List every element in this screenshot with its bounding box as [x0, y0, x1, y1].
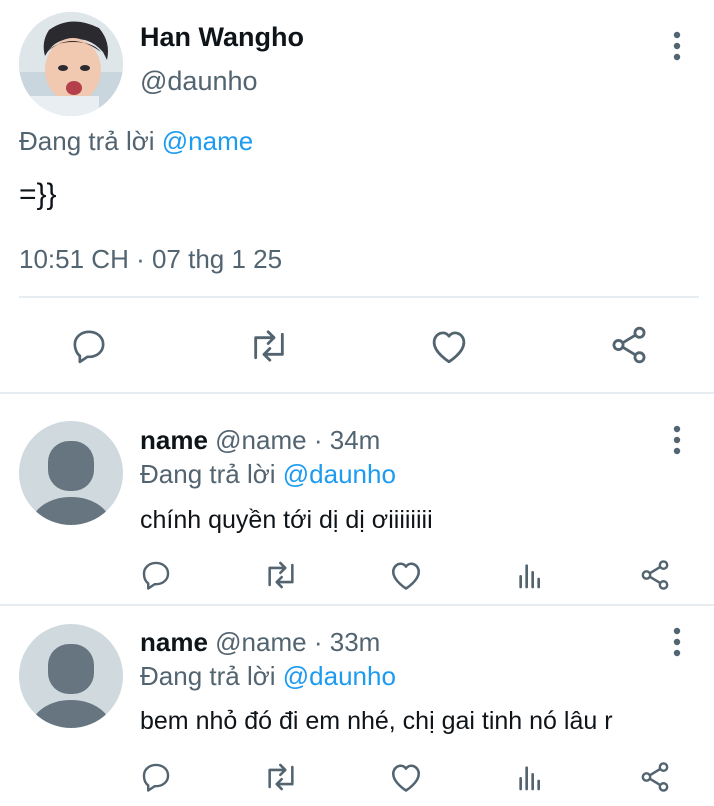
replying-to-link[interactable]: @name: [162, 126, 253, 156]
more-vertical-icon[interactable]: [665, 30, 689, 62]
more-vertical-icon[interactable]: [665, 626, 689, 658]
main-tweet-timestamp[interactable]: 10:51 CH · 07 thg 1 25: [19, 242, 282, 276]
replying-prefix: Đang trả lời: [19, 126, 162, 156]
analytics-icon[interactable]: [514, 558, 546, 592]
reply-icon[interactable]: [69, 326, 109, 366]
reply-text: bem nhỏ đó đi em nhé, chị gai tinh nó lâ…: [140, 707, 613, 735]
reply-icon[interactable]: [139, 760, 173, 794]
reply-time[interactable]: 33m: [330, 627, 381, 657]
reply-handle[interactable]: @name: [215, 627, 306, 657]
retweet-icon[interactable]: [247, 326, 291, 366]
main-tweet-avatar[interactable]: [19, 12, 123, 116]
divider: [19, 296, 699, 298]
reply-text: chính quyền tới dị dị ơiiiiiiii: [140, 506, 433, 534]
like-icon[interactable]: [388, 558, 424, 592]
share-icon[interactable]: [638, 557, 672, 593]
main-tweet-display-name[interactable]: Han Wangho: [140, 20, 304, 54]
reply-header: name @name · 34m: [140, 424, 380, 456]
share-icon[interactable]: [608, 324, 650, 366]
reply-header: name @name · 33m: [140, 626, 380, 658]
replying-prefix: Đang trả lời: [140, 661, 283, 691]
like-icon[interactable]: [388, 760, 424, 794]
main-tweet-handle[interactable]: @daunho: [140, 64, 258, 98]
default-avatar-icon: [31, 644, 111, 728]
divider: [0, 392, 714, 394]
main-tweet-replying-to: Đang trả lời @name: [19, 124, 253, 158]
reply-handle[interactable]: @name: [215, 425, 306, 455]
replying-to-link[interactable]: @daunho: [283, 459, 396, 489]
default-avatar-icon: [31, 441, 111, 525]
more-vertical-icon[interactable]: [665, 424, 689, 456]
share-icon[interactable]: [638, 759, 672, 795]
like-icon[interactable]: [428, 326, 470, 366]
replying-to-link[interactable]: @daunho: [283, 661, 396, 691]
main-tweet-text: =}}: [19, 178, 57, 211]
separator: ·: [313, 627, 323, 657]
avatar-photo: [19, 12, 123, 116]
reply-icon[interactable]: [139, 558, 173, 592]
retweet-icon[interactable]: [262, 558, 300, 592]
reply-display-name[interactable]: name: [140, 425, 208, 455]
reply-replying-to: Đang trả lời @daunho: [140, 458, 396, 490]
separator: ·: [313, 425, 323, 455]
divider: [0, 604, 714, 606]
reply-avatar[interactable]: [19, 624, 123, 728]
reply-avatar[interactable]: [19, 421, 123, 525]
retweet-icon[interactable]: [262, 760, 300, 794]
reply-replying-to: Đang trả lời @daunho: [140, 660, 396, 692]
analytics-icon[interactable]: [514, 760, 546, 794]
replying-prefix: Đang trả lời: [140, 459, 283, 489]
reply-display-name[interactable]: name: [140, 627, 208, 657]
reply-time[interactable]: 34m: [330, 425, 381, 455]
